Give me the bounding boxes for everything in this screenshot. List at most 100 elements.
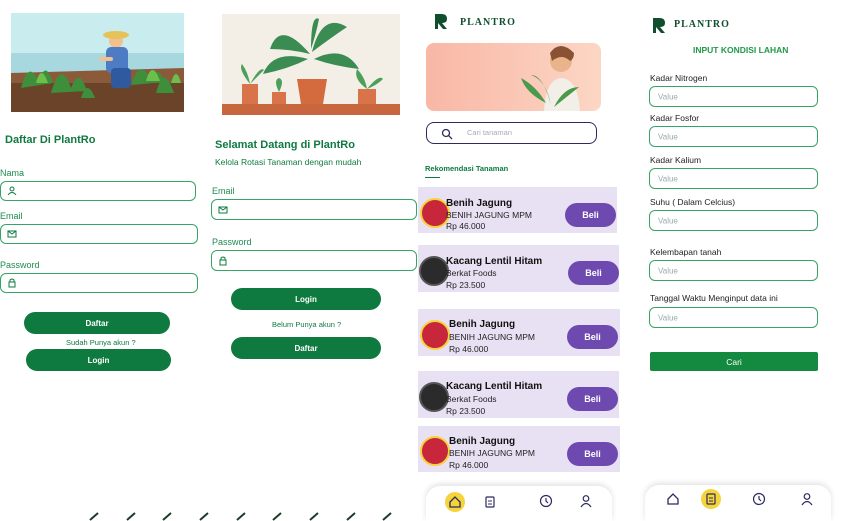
email-field[interactable] xyxy=(211,199,417,220)
product-card[interactable]: Kacang Lentil Hitam Berkat Foods Rp 23.5… xyxy=(418,371,619,418)
phosphor-field[interactable]: Value xyxy=(649,126,818,147)
lock-icon xyxy=(219,256,227,265)
product-price: Rp 46.000 xyxy=(449,460,489,470)
name-label: Nama xyxy=(0,168,25,178)
buy-button[interactable]: Beli xyxy=(567,325,618,349)
subtitle: Kelola Rotasi Tanaman dengan mudah xyxy=(215,157,362,167)
bottom-nav xyxy=(645,485,831,521)
search-placeholder: Cari tanaman xyxy=(467,128,513,137)
field-placeholder: Value xyxy=(658,174,678,183)
email-field[interactable] xyxy=(0,224,198,244)
product-brand: BENIH JAGUNG MPM xyxy=(449,448,535,458)
plantro-logo-icon xyxy=(435,14,447,29)
potassium-field[interactable]: Value xyxy=(649,168,818,189)
product-image xyxy=(419,256,449,286)
home-screen: PLANTRO Cari tanaman Rekomendasi Tanaman… xyxy=(418,0,630,521)
nav-clipboard[interactable] xyxy=(701,489,721,509)
password-label: Password xyxy=(0,260,40,270)
promo-banner xyxy=(426,43,601,111)
password-label: Password xyxy=(212,237,252,247)
page-title: Selamat Datang di PlantRo xyxy=(215,139,355,151)
password-field[interactable] xyxy=(0,273,198,293)
product-image xyxy=(420,320,450,350)
gardening-illustration xyxy=(11,13,184,112)
clock-icon[interactable] xyxy=(751,491,767,507)
buy-button[interactable]: Beli xyxy=(567,442,618,466)
profile-icon[interactable] xyxy=(799,491,815,507)
product-image xyxy=(420,436,450,466)
field-placeholder: Value xyxy=(658,132,678,141)
product-name: Benih Jagung xyxy=(449,436,516,447)
product-card[interactable]: Kacang Lentil Hitam Berkat Foods Rp 23.5… xyxy=(418,245,619,292)
field-placeholder: Value xyxy=(658,266,678,275)
brand-name: PLANTRO xyxy=(460,17,516,28)
password-field[interactable] xyxy=(211,250,417,271)
product-brand: BENIH JAGUNG MPM xyxy=(449,332,535,342)
field-placeholder: Value xyxy=(658,92,678,101)
product-price: Rp 46.000 xyxy=(449,344,489,354)
brand-name: PLANTRO xyxy=(674,19,730,30)
register-screen: Daftar Di PlantRo Nama Email Password Da… xyxy=(0,0,205,521)
page-title: INPUT KONDISI LAHAN xyxy=(693,45,789,55)
search-input[interactable]: Cari tanaman xyxy=(426,122,597,144)
login-screen: Selamat Datang di PlantRo Kelola Rotasi … xyxy=(205,0,420,521)
product-image xyxy=(419,382,449,412)
input-datetime-label: Tanggal Waktu Menginput data ini xyxy=(650,293,778,303)
temperature-label: Suhu ( Dalam Celcius) xyxy=(650,197,736,207)
product-brand: Berkat Foods xyxy=(446,394,497,404)
field-placeholder: Value xyxy=(658,216,678,225)
product-name: Kacang Lentil Hitam xyxy=(446,381,543,392)
buy-button[interactable]: Beli xyxy=(565,203,616,227)
nitrogen-label: Kadar Nitrogen xyxy=(650,73,708,83)
land-input-screen: PLANTRO INPUT KONDISI LAHAN Kadar Nitrog… xyxy=(630,0,842,521)
plantro-logo-icon xyxy=(653,18,665,33)
email-label: Email xyxy=(212,186,235,196)
lock-icon xyxy=(8,278,16,288)
potassium-label: Kadar Kalium xyxy=(650,155,702,165)
home-icon[interactable] xyxy=(665,491,681,507)
clipboard-icon[interactable] xyxy=(482,494,498,510)
product-price: Rp 23.500 xyxy=(446,406,486,416)
product-card[interactable]: Benih Jagung BENIH JAGUNG MPM Rp 46.000 … xyxy=(418,426,620,472)
product-card[interactable]: Benih Jagung BENIH JAGUNG MPM Rp 46.000 … xyxy=(418,187,617,233)
product-card[interactable]: Benih Jagung BENIH JAGUNG MPM Rp 46.000 … xyxy=(418,309,620,356)
input-datetime-field[interactable]: Value xyxy=(649,307,818,328)
phosphor-label: Kadar Fosfor xyxy=(650,113,700,123)
product-price: Rp 46.000 xyxy=(446,221,486,231)
clipboard-icon xyxy=(706,493,716,505)
soil-moisture-field[interactable]: Value xyxy=(649,260,818,281)
product-price: Rp 23.500 xyxy=(446,280,486,290)
section-underline xyxy=(425,177,440,178)
temperature-field[interactable]: Value xyxy=(649,210,818,231)
profile-icon[interactable] xyxy=(578,493,594,509)
user-icon xyxy=(7,186,17,196)
product-brand: BENIH JAGUNG MPM xyxy=(446,210,532,220)
search-icon xyxy=(441,128,453,140)
product-name: Benih Jagung xyxy=(449,319,516,330)
product-brand: Berkat Foods xyxy=(446,268,497,278)
nav-home[interactable] xyxy=(445,492,465,512)
mail-icon xyxy=(7,230,17,238)
email-label: Email xyxy=(0,211,23,221)
buy-button[interactable]: Beli xyxy=(567,387,618,411)
have-account-link[interactable]: Sudah Punya akun ? xyxy=(66,338,136,347)
clock-icon[interactable] xyxy=(538,493,554,509)
login-button[interactable]: Login xyxy=(231,288,381,310)
search-submit-button[interactable]: Cari xyxy=(650,352,818,371)
section-title: Rekomendasi Tanaman xyxy=(425,164,509,173)
home-icon xyxy=(449,496,461,508)
buy-button[interactable]: Beli xyxy=(568,261,619,285)
register-button[interactable]: Daftar xyxy=(231,337,381,359)
field-placeholder: Value xyxy=(658,313,678,322)
product-name: Kacang Lentil Hitam xyxy=(446,256,543,267)
decorative-dashes xyxy=(89,512,392,521)
login-button[interactable]: Login xyxy=(26,349,171,371)
name-field[interactable] xyxy=(0,181,196,201)
mail-icon xyxy=(218,206,228,213)
no-account-link[interactable]: Belum Punya akun ? xyxy=(272,320,341,329)
houseplant-illustration xyxy=(222,14,400,115)
register-button[interactable]: Daftar xyxy=(24,312,170,334)
bottom-nav xyxy=(426,486,612,521)
nitrogen-field[interactable]: Value xyxy=(649,86,818,107)
product-name: Benih Jagung xyxy=(446,198,513,209)
